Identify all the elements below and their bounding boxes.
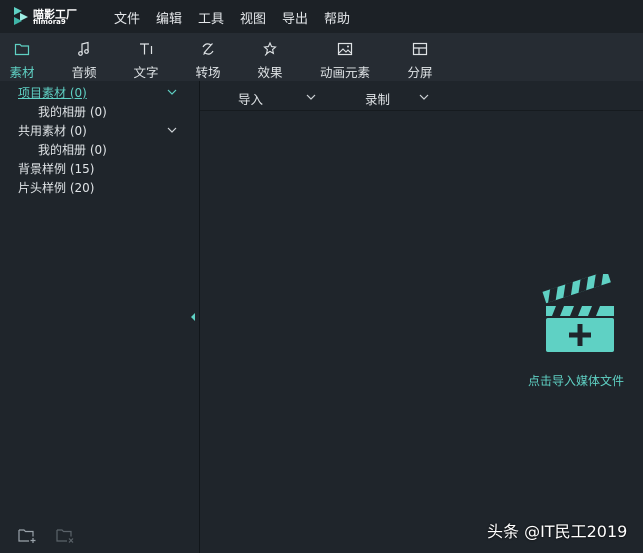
effects-icon — [263, 41, 277, 56]
menu-tools[interactable]: 工具 — [198, 8, 224, 27]
sidebar-item-my-album[interactable]: 我的相册 (0) — [38, 103, 107, 120]
tab-transition[interactable]: 转场 — [189, 33, 227, 81]
delete-folder-icon[interactable] — [56, 527, 76, 544]
text-icon — [140, 43, 153, 55]
transition-icon — [202, 43, 214, 55]
tab-elements-label: 动画元素 — [319, 65, 370, 80]
app-logo: 喵影工厂 filmora9 — [12, 5, 92, 29]
clapperboard-import-icon[interactable] — [542, 274, 618, 354]
tab-transition-label: 转场 — [195, 65, 221, 80]
tab-effects[interactable]: 效果 — [251, 33, 289, 81]
import-dropdown[interactable]: 导入 — [238, 89, 263, 108]
tab-media-label: 素材 — [9, 65, 35, 80]
record-dropdown[interactable]: 录制 — [365, 89, 390, 108]
chevron-down-icon[interactable] — [419, 94, 429, 100]
import-media-prompt[interactable]: 点击导入媒体文件 — [528, 372, 624, 389]
collapse-sidebar-icon[interactable] — [191, 313, 195, 321]
new-folder-icon[interactable] — [18, 527, 38, 544]
media-filter-bar: 导入 录制 — [200, 81, 643, 111]
image-icon — [337, 42, 353, 56]
sidebar-item-background-samples[interactable]: 背景样例 (15) — [18, 160, 94, 177]
menu-help[interactable]: 帮助 — [324, 8, 350, 27]
chevron-down-icon[interactable] — [167, 127, 177, 133]
tab-elements[interactable]: 动画元素 — [313, 33, 377, 81]
folder-icon — [14, 43, 30, 56]
split-screen-icon — [412, 42, 428, 56]
menu-file[interactable]: 文件 — [114, 8, 140, 27]
tab-split-screen-label: 分屏 — [407, 65, 433, 80]
tab-text-label: 文字 — [133, 65, 159, 80]
menu-export[interactable]: 导出 — [282, 8, 308, 27]
chevron-down-icon[interactable] — [306, 94, 316, 100]
watermark: 头条 @IT民工2019 — [487, 522, 628, 541]
filmora-logo-icon — [14, 7, 28, 25]
chevron-down-icon[interactable] — [167, 89, 177, 95]
sidebar-item-shared-album[interactable]: 我的相册 (0) — [38, 141, 107, 158]
tab-audio[interactable]: 音频 — [65, 33, 103, 81]
tab-media[interactable]: 素材 — [3, 33, 41, 81]
tab-text[interactable]: 文字 — [127, 33, 165, 81]
sidebar-item-shared-media[interactable]: 共用素材 (0) — [18, 122, 87, 139]
media-panel: 点击导入媒体文件 — [200, 111, 643, 553]
logo-subtitle: filmora9 — [33, 18, 66, 26]
tab-effects-label: 效果 — [257, 65, 283, 80]
tab-audio-label: 音频 — [71, 65, 97, 80]
media-library-sidebar: 项目素材 (0) 我的相册 (0) 共用素材 (0) 我的相册 (0) 背景样例… — [0, 81, 199, 553]
sidebar-item-project-media[interactable]: 项目素材 (0) — [18, 84, 87, 101]
module-toolbar: 素材 音频 文字 转场 效果 动画元素 分屏 — [0, 33, 643, 81]
tab-split-screen[interactable]: 分屏 — [401, 33, 439, 81]
music-note-icon — [78, 41, 89, 56]
menu-view[interactable]: 视图 — [240, 8, 266, 27]
sidebar-item-intro-samples[interactable]: 片头样例 (20) — [18, 179, 94, 196]
menu-edit[interactable]: 编辑 — [156, 8, 182, 27]
menu-bar: 喵影工厂 filmora9 文件 编辑 工具 视图 导出 帮助 — [0, 0, 643, 33]
